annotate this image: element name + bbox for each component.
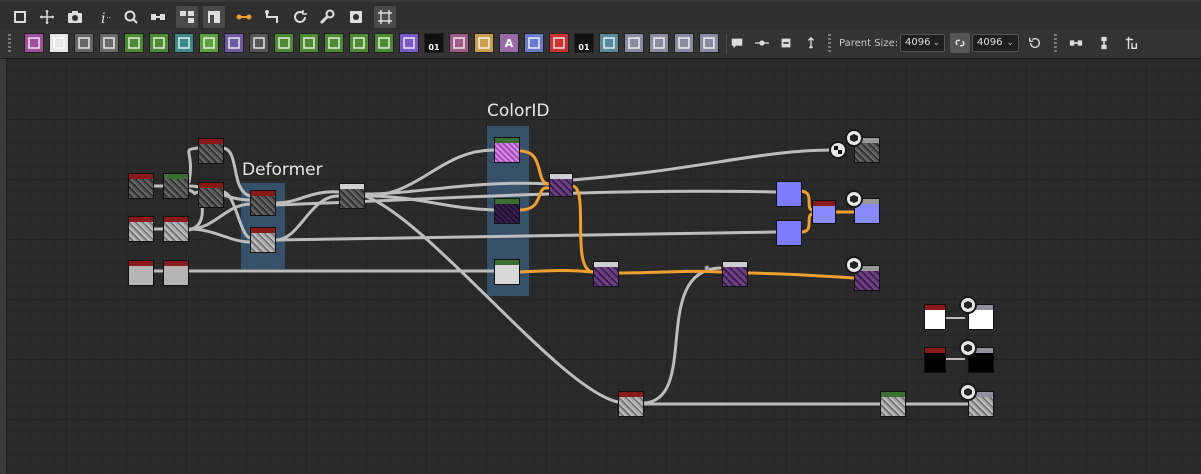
- wire: [274, 230, 778, 242]
- wire: [518, 186, 550, 212]
- graph-node[interactable]: [549, 173, 573, 197]
- graph-node[interactable]: [163, 173, 189, 199]
- node-thumbnail: [495, 265, 519, 284]
- node-thumbnail: [129, 222, 153, 241]
- graph-node[interactable]: [812, 200, 836, 224]
- wire: [518, 269, 595, 274]
- node-thumbnail: [969, 397, 993, 416]
- node-thumbnail: [969, 310, 993, 329]
- graph-node[interactable]: [250, 190, 276, 216]
- wire: [518, 149, 550, 186]
- node-thumbnail: [969, 353, 993, 372]
- output-icon[interactable]: [845, 190, 863, 208]
- node-thumbnail: [813, 206, 835, 223]
- node-thumbnail: [251, 196, 275, 215]
- node-thumbnail: [495, 204, 519, 223]
- node-thumbnail: [855, 143, 879, 162]
- node-thumbnail: [855, 204, 879, 223]
- node-thumbnail: [164, 222, 188, 241]
- wire: [642, 266, 722, 405]
- graph-node[interactable]: [250, 227, 276, 253]
- node-thumbnail: [881, 397, 905, 416]
- node-thumbnail: [777, 187, 801, 206]
- output-icon[interactable]: [845, 256, 863, 274]
- graph-node[interactable]: [722, 261, 748, 287]
- graph-node[interactable]: [128, 173, 154, 199]
- node-thumbnail: [199, 188, 223, 207]
- graph-editor-window: i.. 01 A 01 Parent Size: 4096 ⌄ 4096 ⌄ De: [0, 0, 1201, 474]
- wire: [616, 269, 724, 275]
- wire: [746, 271, 856, 280]
- graph-node[interactable]: [494, 137, 520, 163]
- node-thumbnail: [925, 310, 945, 329]
- node-thumbnail: [594, 267, 618, 286]
- node-thumbnail: [199, 144, 223, 163]
- output-icon[interactable]: [959, 296, 977, 314]
- graph-node[interactable]: [198, 182, 224, 208]
- graph-node[interactable]: [924, 347, 946, 373]
- graph-node[interactable]: [776, 181, 802, 207]
- node-thumbnail: [777, 226, 801, 245]
- graph-node[interactable]: [593, 261, 619, 287]
- node-thumbnail: [251, 233, 275, 252]
- graph-node[interactable]: [128, 216, 154, 242]
- node-thumbnail: [495, 143, 519, 162]
- graph-node[interactable]: [339, 183, 365, 209]
- graph-node[interactable]: [128, 260, 154, 286]
- graph-node[interactable]: [163, 260, 189, 286]
- node-thumbnail: [925, 353, 945, 372]
- wire: [570, 184, 595, 274]
- graph-node[interactable]: [618, 391, 644, 417]
- checker-input-icon[interactable]: [829, 141, 847, 159]
- output-icon[interactable]: [959, 339, 977, 357]
- graph-node[interactable]: [924, 304, 946, 330]
- wire: [363, 181, 551, 196]
- node-thumbnail: [855, 271, 879, 290]
- output-icon[interactable]: [845, 129, 863, 147]
- wire: [187, 188, 200, 196]
- graph-node[interactable]: [776, 220, 802, 246]
- graph-node[interactable]: [494, 198, 520, 224]
- node-thumbnail: [164, 266, 188, 285]
- wire: [570, 148, 834, 182]
- node-thumbnail: [619, 397, 643, 416]
- wire-dot: [704, 265, 710, 271]
- graph-node[interactable]: [494, 259, 520, 285]
- graph-node[interactable]: [198, 138, 224, 164]
- wire: [187, 227, 252, 244]
- graph-node[interactable]: [880, 391, 906, 417]
- graph-node[interactable]: [163, 216, 189, 242]
- node-thumbnail: [340, 189, 364, 208]
- output-icon[interactable]: [959, 383, 977, 401]
- node-thumbnail: [164, 179, 188, 198]
- node-thumbnail: [129, 266, 153, 285]
- node-thumbnail: [550, 179, 572, 196]
- node-thumbnail: [723, 267, 747, 286]
- wire: [187, 146, 200, 184]
- wire: [221, 146, 252, 198]
- node-thumbnail: [129, 179, 153, 198]
- wire: [799, 189, 814, 212]
- wire: [799, 212, 814, 234]
